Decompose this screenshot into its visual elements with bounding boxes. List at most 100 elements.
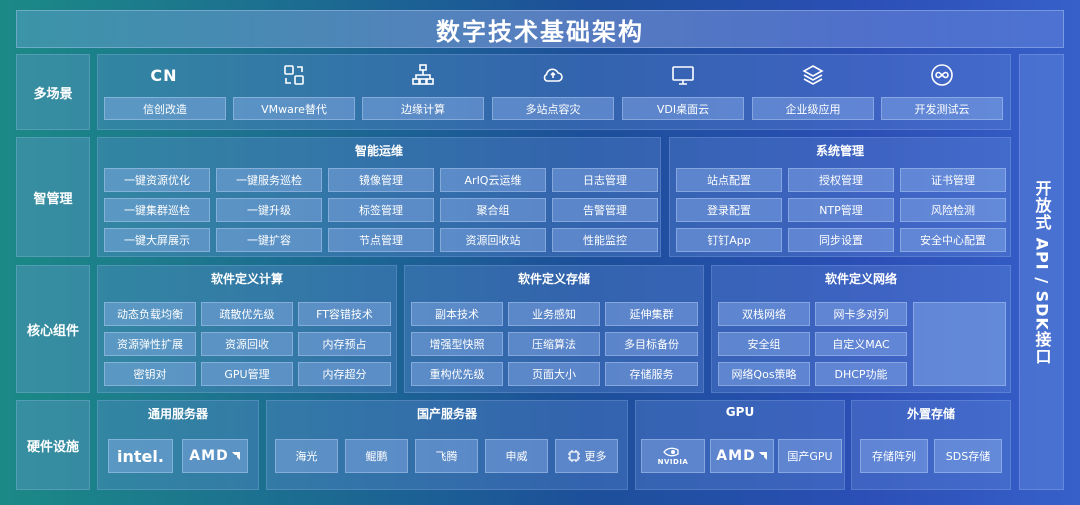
compute-item: 资源回收 xyxy=(201,332,293,356)
smart-ops-item: 资源回收站 xyxy=(440,228,546,252)
system-item: 同步设置 xyxy=(788,228,894,252)
row-label-scenarios: 多场景 xyxy=(16,54,90,130)
domestic-servers-title: 国产服务器 xyxy=(416,407,477,421)
amd-arrow-icon xyxy=(231,452,240,460)
cn-logo-text: CN xyxy=(150,65,178,85)
layers-icon xyxy=(752,63,874,87)
intel-logo-text: intel. xyxy=(117,446,164,466)
sd-storage-title: 软件定义存储 xyxy=(517,272,590,286)
domestic-server-item: 飞腾 xyxy=(415,439,478,473)
smart-ops-item: 日志管理 xyxy=(552,168,658,192)
more-servers-item: 更多 xyxy=(555,439,618,473)
domestic-server-item: 海光 xyxy=(275,439,338,473)
smart-ops-item: 一键大屏展示 xyxy=(104,228,210,252)
cloud-sync-icon xyxy=(492,63,614,87)
nvidia-eye-icon xyxy=(663,447,679,457)
open-api-sdk-panel: 开放式 API / SDK接口 xyxy=(1019,54,1064,490)
sd-network-title: 软件定义网络 xyxy=(824,272,897,286)
system-item: 授权管理 xyxy=(788,168,894,192)
general-servers-title: 通用服务器 xyxy=(147,407,208,421)
smart-ops-item: 一键资源优化 xyxy=(104,168,210,192)
external-storage-item: SDS存储 xyxy=(934,439,1002,473)
amd-logo: AMD xyxy=(182,439,248,473)
compute-item: 动态负载均衡 xyxy=(104,302,196,326)
intel-logo: intel. xyxy=(108,439,173,473)
gpu-amd-logo: AMD xyxy=(710,439,774,473)
scenarios-panel: CN 信创改造 VMware替代 边缘计算 多站点容灾 VDI桌面云 企业级应用… xyxy=(97,54,1011,130)
system-item: 安全中心配置 xyxy=(900,228,1006,252)
storage-item: 存储服务 xyxy=(605,362,698,386)
domestic-gpu-item: 国产GPU xyxy=(778,439,842,473)
scenario-xinchuang: 信创改造 xyxy=(104,97,226,120)
page-title: 数字技术基础架构 xyxy=(16,10,1064,48)
monitor-icon xyxy=(622,63,744,87)
domestic-server-item: 申威 xyxy=(485,439,548,473)
compute-item: GPU管理 xyxy=(201,362,293,386)
sd-storage-panel: 软件定义存储 副本技术 业务感知 延伸集群 增强型快照 压缩算法 多目标备份 重… xyxy=(404,265,704,393)
external-storage-title: 外置存储 xyxy=(906,407,955,421)
smart-ops-item: 一键集群巡检 xyxy=(104,198,210,222)
row-label-hardware: 硬件设施 xyxy=(16,400,90,490)
compute-item: 内存超分 xyxy=(298,362,391,386)
swap-icon xyxy=(233,63,355,87)
amd-arrow-icon xyxy=(758,452,767,460)
system-management-panel: 系统管理 站点配置 授权管理 证书管理 登录配置 NTP管理 风险检测 钉钉Ap… xyxy=(669,137,1011,257)
storage-item: 延伸集群 xyxy=(605,302,698,326)
compute-item: 内存预占 xyxy=(298,332,391,356)
scenario-vmware: VMware替代 xyxy=(233,97,355,120)
more-label: 更多 xyxy=(584,450,607,463)
network-item: 网卡多对列 xyxy=(815,302,907,326)
sd-network-panel: 软件定义网络 双栈网络 网卡多对列 安全组 自定义MAC 网络Qos策略 DHC… xyxy=(711,265,1011,393)
row-label-core: 核心组件 xyxy=(16,265,90,393)
chip-icon xyxy=(567,450,580,462)
cn-logo-icon: CN xyxy=(103,63,225,87)
storage-item: 页面大小 xyxy=(508,362,600,386)
system-item: 站点配置 xyxy=(676,168,782,192)
smart-ops-item: 标签管理 xyxy=(328,198,434,222)
smart-ops-title: 智能运维 xyxy=(354,144,403,158)
nvidia-logo: NVIDIA xyxy=(641,439,705,473)
system-item: 风险检测 xyxy=(900,198,1006,222)
smart-ops-item: ArIQ云运维 xyxy=(440,168,546,192)
smart-ops-item: 镜像管理 xyxy=(328,168,434,192)
smart-ops-item: 一键服务巡检 xyxy=(216,168,322,192)
domestic-servers-panel: 国产服务器 海光 鲲鹏 飞腾 申威 更多 xyxy=(266,400,628,490)
network-item: DHCP功能 xyxy=(815,362,907,386)
system-item: NTP管理 xyxy=(788,198,894,222)
scenario-enterprise: 企业级应用 xyxy=(752,97,874,120)
smart-ops-panel: 智能运维 一键资源优化 一键服务巡检 镜像管理 ArIQ云运维 日志管理 一键集… xyxy=(97,137,661,257)
domestic-server-item: 鲲鹏 xyxy=(345,439,408,473)
network-item: 双栈网络 xyxy=(718,302,810,326)
gpu-panel: GPU NVIDIA AMD 国产GPU xyxy=(635,400,845,490)
compute-item: FT容错技术 xyxy=(298,302,391,326)
storage-item: 副本技术 xyxy=(411,302,503,326)
scenario-devtest: 开发测试云 xyxy=(881,97,1003,120)
scenario-vdi: VDI桌面云 xyxy=(622,97,744,120)
gpu-title: GPU xyxy=(725,405,755,419)
infinity-icon xyxy=(881,63,1003,87)
system-item: 证书管理 xyxy=(900,168,1006,192)
smart-ops-item: 一键升级 xyxy=(216,198,322,222)
system-management-title: 系统管理 xyxy=(815,144,864,158)
network-item: 网络Qos策略 xyxy=(718,362,810,386)
sd-compute-title: 软件定义计算 xyxy=(210,272,283,286)
external-storage-panel: 外置存储 存储阵列 SDS存储 xyxy=(851,400,1011,490)
network-placeholder-block xyxy=(913,302,1006,386)
network-tree-icon xyxy=(362,63,484,87)
nvidia-logo-text: NVIDIA xyxy=(657,458,689,466)
smart-ops-item: 告警管理 xyxy=(552,198,658,222)
row-label-management: 智管理 xyxy=(16,137,90,257)
network-item: 安全组 xyxy=(718,332,810,356)
open-api-sdk-label: 开放式 API / SDK接口 xyxy=(1032,179,1052,365)
gpu-amd-logo-text: AMD xyxy=(716,448,756,464)
smart-ops-item: 聚合组 xyxy=(440,198,546,222)
general-servers-panel: 通用服务器 intel. AMD xyxy=(97,400,259,490)
sd-compute-panel: 软件定义计算 动态负载均衡 疏散优先级 FT容错技术 资源弹性扩展 资源回收 内… xyxy=(97,265,397,393)
smart-ops-item: 一键扩容 xyxy=(216,228,322,252)
compute-item: 疏散优先级 xyxy=(201,302,293,326)
scenario-edge: 边缘计算 xyxy=(362,97,484,120)
smart-ops-item: 性能监控 xyxy=(552,228,658,252)
storage-item: 多目标备份 xyxy=(605,332,698,356)
storage-item: 重构优先级 xyxy=(411,362,503,386)
system-item: 登录配置 xyxy=(676,198,782,222)
